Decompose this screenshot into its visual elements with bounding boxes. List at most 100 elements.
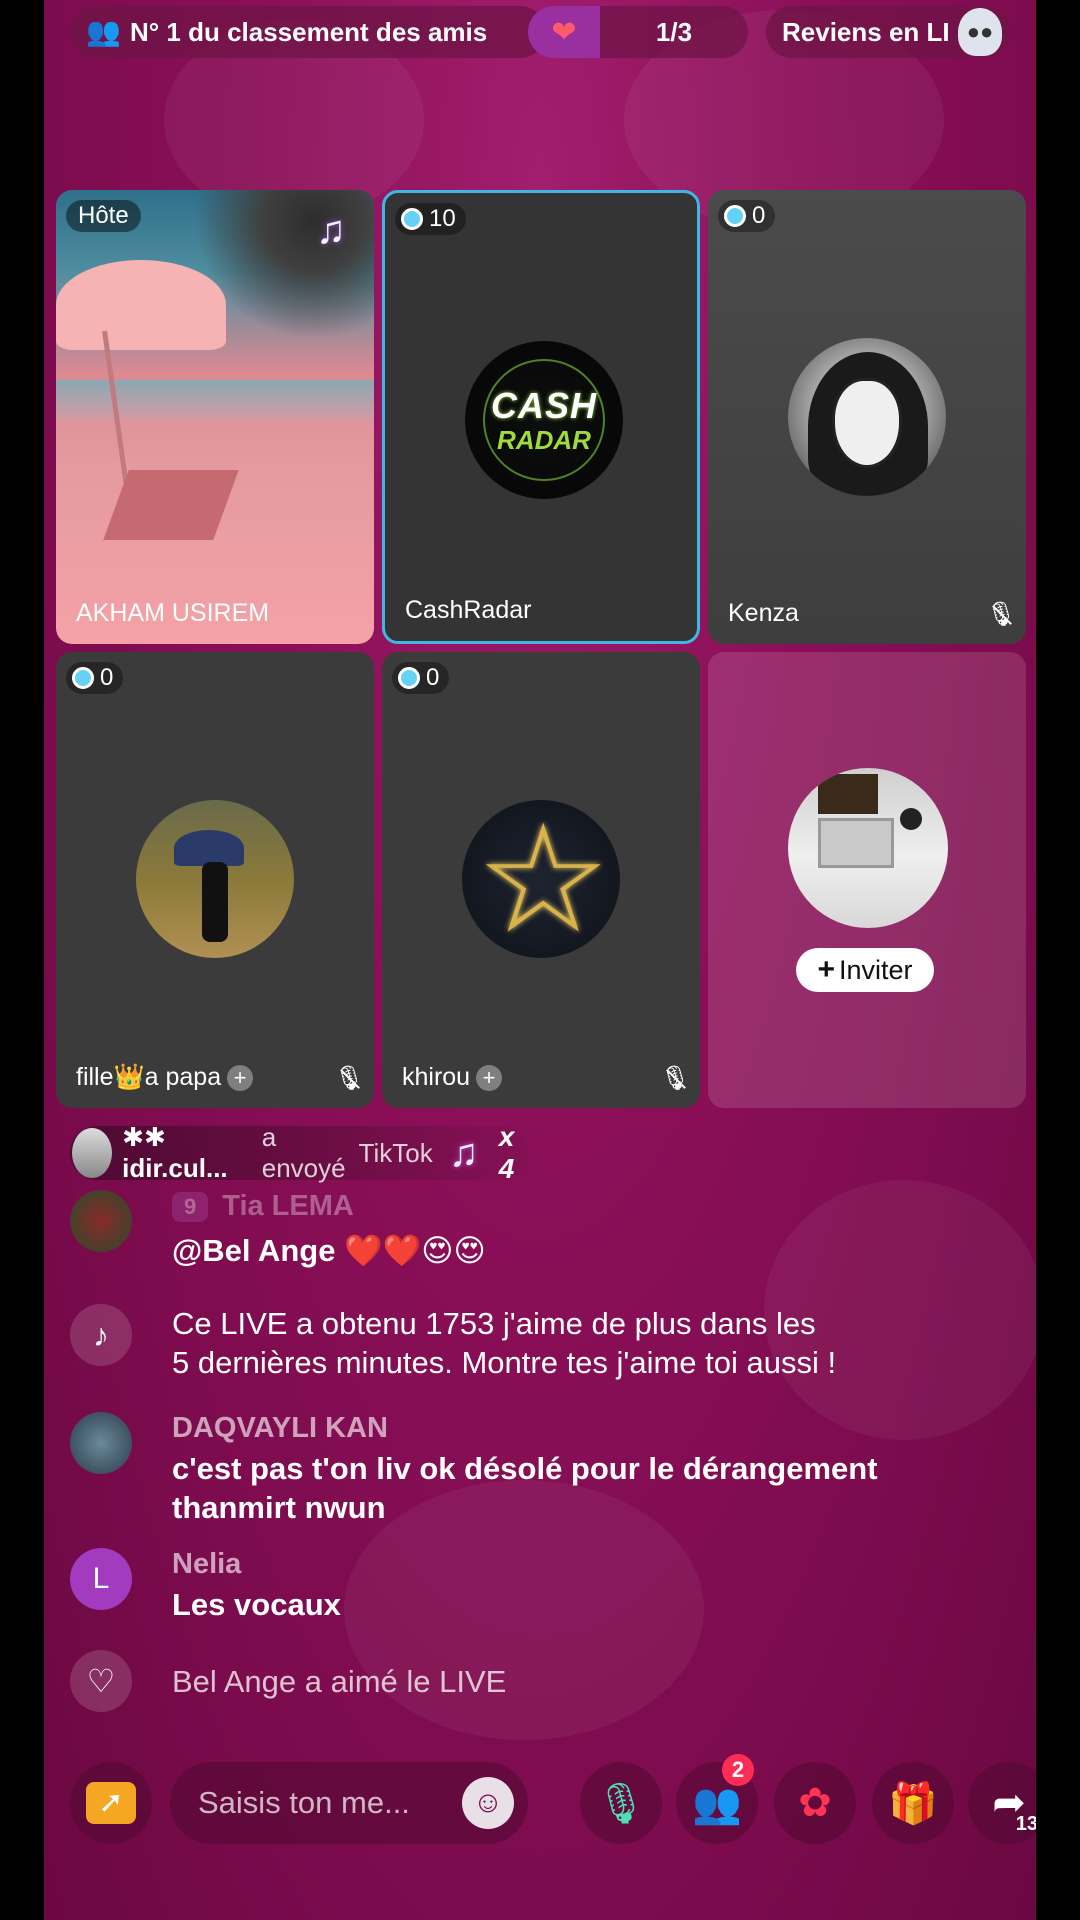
chat-text: Bel Ange a aimé le LIVE (172, 1664, 507, 1699)
rose-gift-button[interactable]: ✿ (774, 1762, 856, 1844)
gift-score-icon (72, 667, 94, 689)
guest-tile-kenza[interactable]: 0 Kenza 🎙 (708, 190, 1026, 644)
avatar-drawing (202, 862, 228, 942)
back-to-live-pill[interactable]: Reviens en LI ●● (766, 6, 1010, 58)
gift-score-value: 0 (426, 664, 440, 691)
avatar-drawing (900, 808, 922, 830)
ranking-label: N° 1 du classement des amis (130, 16, 488, 47)
avatar-drawing (174, 830, 244, 866)
host-video-background (56, 380, 374, 420)
gift-name: TikTok (358, 1137, 433, 1168)
comment-input[interactable]: Saisis ton me... ☺ (170, 1762, 528, 1844)
chat-name-row: 9 Tia LEMA (172, 1190, 486, 1223)
friends-button[interactable]: 👥 2 (676, 1754, 758, 1844)
chat-content: DAQVAYLI KAN c'est pas t'on liv ok désol… (172, 1412, 878, 1527)
gift-action: a envoyé (261, 1122, 346, 1183)
share-live-button[interactable]: ➚ (70, 1762, 152, 1844)
friends-icon: 👥 (86, 16, 121, 47)
music-note-icon: ♫ (316, 208, 346, 252)
gift-score: 0 (66, 662, 124, 694)
tile-name: fille👑a papa (76, 1063, 222, 1091)
heart-gift-icon: ❤ (528, 6, 600, 58)
gift-button[interactable]: 🎁 (872, 1762, 954, 1844)
avatar-drawing (818, 774, 878, 814)
chat-text: Les vocaux (172, 1587, 341, 1622)
logo-ring (483, 359, 605, 481)
chat-username[interactable]: Nelia (172, 1548, 341, 1581)
mic-button[interactable]: 🎙 (580, 1762, 662, 1844)
chat-content: Bel Ange a aimé le LIVE (172, 1662, 506, 1701)
guest-tile-khirou[interactable]: 0 ☆ khirou + 🎙 (382, 652, 700, 1108)
avatar-drawing: ☆ (476, 800, 611, 958)
avatar (788, 338, 946, 496)
avatar[interactable]: L (70, 1548, 132, 1610)
plus-icon: + (817, 953, 835, 986)
chat-username[interactable]: DAQVAYLI KAN (172, 1412, 878, 1445)
music-note-icon: ♫ (448, 1130, 479, 1175)
heart-icon: ♡ (70, 1650, 132, 1712)
sender-avatar (72, 1128, 113, 1178)
avatar: ☆ (462, 800, 620, 958)
tile-name: AKHAM USIREM (76, 599, 270, 627)
gift-score-icon (398, 667, 420, 689)
tiktok-icon: ♪ (70, 1304, 132, 1366)
guest-tile-host[interactable]: Hôte ♫ AKHAM USIREM (56, 190, 374, 644)
avatar[interactable] (70, 1190, 132, 1252)
share-button[interactable]: ➦ 13 (968, 1762, 1036, 1844)
chat-content: 9 Tia LEMA @Bel Ange ❤️❤️😍😍 (172, 1190, 486, 1270)
mute-icon: 🎙 (660, 1065, 691, 1092)
gift-score-value: 0 (752, 202, 766, 229)
chat-message: 9 Tia LEMA @Bel Ange ❤️❤️😍😍 (70, 1190, 970, 1280)
share-count: 13 (1015, 1813, 1036, 1835)
avatar[interactable] (70, 1412, 132, 1474)
host-tag: Hôte (66, 200, 141, 232)
chat-text: Ce LIVE a obtenu 1753 j'aime de plus dan… (172, 1306, 816, 1341)
gift-score: 0 (718, 200, 776, 232)
follow-plus-button[interactable]: + (227, 1065, 254, 1092)
host-video-chair (103, 470, 239, 540)
chat-username[interactable]: Tia LEMA (222, 1190, 354, 1222)
chat-text: c'est pas t'on liv ok désolé pour le dér… (172, 1451, 878, 1486)
chat-content: Nelia Les vocaux (172, 1548, 341, 1624)
avatar-drawing (832, 378, 902, 468)
gift-score-value: 0 (100, 664, 114, 691)
ghost-avatar-icon: ●● (958, 8, 1002, 56)
friends-check-icon: 👥 (692, 1781, 742, 1826)
bottom-toolbar: ➚ Saisis ton me... ☺ 🎙 👥 2 ✿ 🎁 ➦ 13 (44, 1754, 1036, 1844)
gift-score: 10 (395, 203, 466, 235)
tile-name: CashRadar (405, 596, 532, 624)
invite-label: Inviter (839, 954, 913, 985)
follow-plus-button[interactable]: + (476, 1065, 503, 1092)
chat-system-message: ♡ Bel Ange a aimé le LIVE (70, 1650, 970, 1714)
chat-message: DAQVAYLI KAN c'est pas t'on liv ok désol… (70, 1412, 970, 1532)
guest-tile-cashradar[interactable]: 10 CASH RADAR CashRadar (382, 190, 700, 644)
chat-text: @Bel Ange ❤️❤️😍😍 (172, 1233, 486, 1268)
invite-slot[interactable]: + Inviter (708, 652, 1026, 1108)
avatar-drawing (818, 818, 894, 868)
tile-name: khirou (402, 1063, 471, 1091)
emoji-icon[interactable]: ☺ (462, 1777, 514, 1829)
gift-score: 0 (392, 662, 450, 694)
friends-ranking-pill[interactable]: 👥 N° 1 du classement des amis (70, 6, 546, 58)
page-indicator-pill[interactable]: ❤ 1/3 (528, 6, 748, 58)
gift-banner: ✱✱ idir.cul... a envoyé TikTok ♫ x 4 (70, 1121, 530, 1184)
gift-score-icon (401, 208, 423, 230)
page-indicator: 1/3 (655, 16, 693, 47)
gift-score-value: 10 (429, 205, 456, 232)
chat-text: thanmirt nwun (172, 1490, 386, 1525)
host-video-umbrella (56, 260, 226, 350)
invite-button[interactable]: + Inviter (796, 948, 934, 992)
live-stage: 👥 N° 1 du classement des amis ❤ 1/3 Revi… (44, 0, 1036, 1920)
gift-score-icon (724, 205, 746, 227)
chat-system-message: ♪ Ce LIVE a obtenu 1753 j'aime de plus d… (70, 1304, 970, 1384)
guest-tile-fille-a-papa[interactable]: 0 fille👑a papa + 🎙 (56, 652, 374, 1108)
gift-multiplier: x 4 (498, 1121, 515, 1184)
chat-message: L Nelia Les vocaux (70, 1548, 970, 1628)
mute-icon: 🎙 (986, 601, 1017, 628)
gift-icon: 🎁 (888, 1781, 938, 1826)
gift-sender: ✱✱ idir.cul... (122, 1122, 228, 1183)
rose-icon: ✿ (798, 1781, 832, 1825)
back-label: Reviens en LI (782, 16, 950, 47)
avatar (136, 800, 294, 958)
chat-content: Ce LIVE a obtenu 1753 j'aime de plus dan… (172, 1304, 836, 1382)
